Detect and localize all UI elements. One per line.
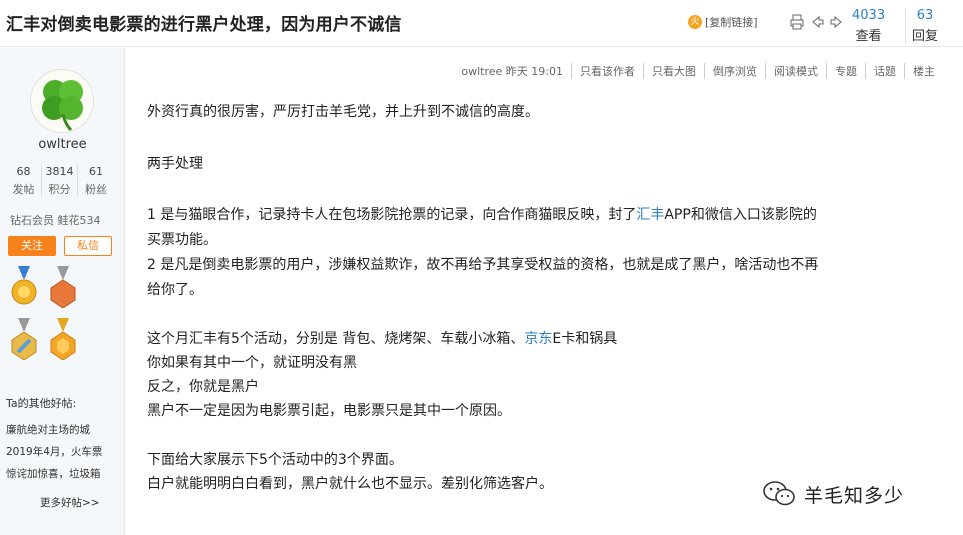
medal-icon[interactable] [10,266,38,308]
medal-icon[interactable] [49,318,77,360]
post-line: 给你了。 [147,282,203,298]
watermark-text: 羊毛知多少 [804,484,905,507]
copy-link-label: [复制链接] [705,16,758,29]
avatar[interactable] [30,69,94,133]
thread-title: 汇丰对倒卖电影票的进行黑户处理，因为用户不诚信 [6,15,402,35]
other-post-link[interactable]: 廉航绝对主场的城 [6,422,121,444]
post-line: 外资行真的很厉害，严厉打击羊毛党，并上升到不诚信的高度。 [147,104,539,120]
post-line: 黑户不一定是因为电影票引起，电影票只是其中一个原因。 [147,403,511,419]
follow-button[interactable]: 关注 [8,236,56,256]
author-name[interactable]: owltree [0,137,125,152]
stat-points[interactable]: 3814 积分 [42,165,78,197]
subject-link[interactable]: 话题 [865,63,904,79]
post-line: 反之，你就是黑户 [147,379,259,395]
view-count: 4033 查看 [852,8,886,44]
watermark: 羊毛知多少 [762,480,904,508]
copy-link-button[interactable]: 火 [复制链接] [688,14,758,30]
medal-icon[interactable] [10,318,38,360]
floor-label: 楼主 [904,63,943,79]
inline-link-jd[interactable]: 京东 [524,331,552,347]
next-thread-icon[interactable] [830,14,844,30]
post-line: 下面给大家展示下5个活动中的3个界面。 [147,452,403,468]
post-meta-bar: owltree 昨天 19:01 只看该作者 只看大图 倒序浏览 阅读模式 专题… [461,63,943,79]
reading-mode-link[interactable]: 阅读模式 [765,63,826,79]
other-posts-title: Ta的其他好帖: [6,397,77,410]
post-line: 2 是凡是倒卖电影票的用户，涉嫌权益欺诈，故不再给予其享受权益的资格，也就是成了… [147,257,819,273]
clover-icon [31,70,93,132]
author-sidebar: owltree 68 发帖 3814 积分 61 粉丝 钻石会员 鲑花534 关… [0,48,125,535]
only-author-link[interactable]: 只看该作者 [571,63,643,79]
stat-fans[interactable]: 61 粉丝 [78,165,114,197]
stat-posts[interactable]: 68 发帖 [6,165,42,197]
author-stats: 68 发帖 3814 积分 61 粉丝 [6,165,114,197]
reverse-order-link[interactable]: 倒序浏览 [704,63,765,79]
other-posts-list: 廉航绝对主场的城 2019年4月，火车票 惊诧加惊喜，垃圾箱 [6,422,121,488]
message-button[interactable]: 私信 [64,236,112,256]
more-posts-link[interactable]: 更多好帖>> [40,495,100,510]
prev-thread-icon[interactable] [810,14,824,30]
post-line: 1 是与猫眼合作，记录持卡人在包场影院抢票的记录，向合作商猫眼反映，封了汇丰AP… [147,207,817,223]
other-post-link[interactable]: 2019年4月，火车票 [6,444,121,466]
other-post-link[interactable]: 惊诧加惊喜，垃圾箱 [6,466,121,488]
thread-header: 汇丰对倒卖电影票的进行黑户处理，因为用户不诚信 火 [复制链接] 4033 查看… [0,0,963,47]
header-icons [790,14,844,30]
wechat-icon [763,481,795,506]
medal-icon[interactable] [49,266,77,308]
topic-link[interactable]: 专题 [826,63,865,79]
post-line: 两手处理 [147,156,203,172]
post-line: 白户就能明明白白看到，黑户就什么也不显示。差别化筛选客户。 [147,476,553,492]
inline-link-hsbc[interactable]: 汇丰 [636,207,664,223]
reply-count: 63 回复 [905,8,938,44]
post-line: 这个月汇丰有5个活动，分别是 背包、烧烤架、车载小冰箱、京东E卡和锅具 [147,331,618,347]
print-icon[interactable] [790,14,804,30]
big-image-link[interactable]: 只看大图 [643,63,704,79]
medal-list [10,266,120,370]
author-rank: 钻石会员 鲑花534 [10,214,101,227]
post-line: 买票功能。 [147,232,217,248]
post-line: 你如果有其中一个，就证明没有黑 [147,355,357,371]
post-author-time: owltree 昨天 19:01 [461,65,563,78]
fire-icon: 火 [688,15,702,29]
